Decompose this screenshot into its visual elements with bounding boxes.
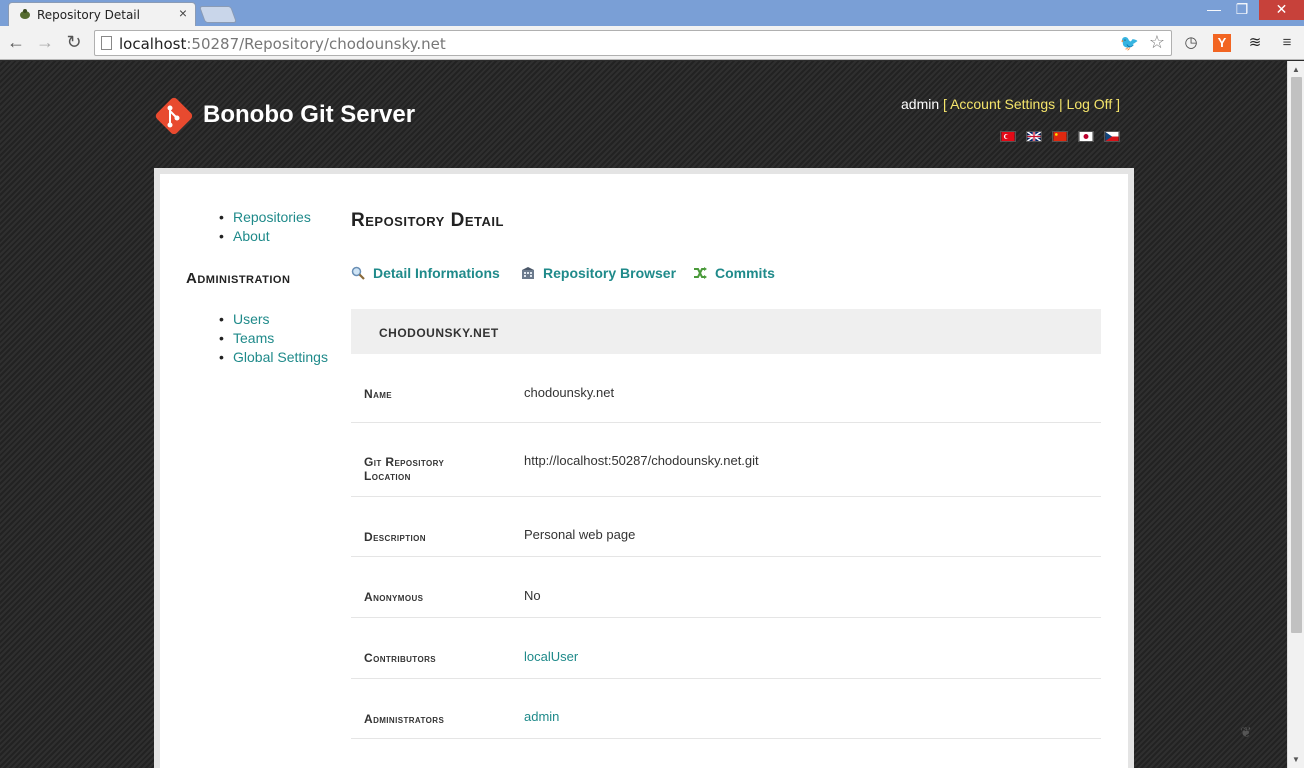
user-bar: admin [ Account Settings | Log Off ] xyxy=(901,96,1120,112)
sidebar-admin-heading: Administration xyxy=(186,270,291,287)
flag-china-icon[interactable] xyxy=(1052,131,1068,142)
clock-extension-icon[interactable]: ◷ xyxy=(1180,32,1202,54)
url-path: :50287/Repository/chodounsky.net xyxy=(186,35,446,53)
detail-label: Name xyxy=(364,387,393,401)
new-tab-button[interactable] xyxy=(198,6,238,23)
building-icon xyxy=(522,267,534,279)
sidebar-item-global-settings[interactable]: Global Settings xyxy=(219,348,328,367)
detail-label: Contributors xyxy=(364,651,436,665)
detail-label: Anonymous xyxy=(364,590,424,604)
tab-title: Repository Detail xyxy=(37,8,140,22)
username: admin xyxy=(901,96,940,112)
separator: | xyxy=(1059,96,1063,112)
magnifier-icon xyxy=(351,266,365,280)
layers-extension-icon[interactable]: ≋ xyxy=(1244,32,1266,54)
tab-commits[interactable]: Commits xyxy=(693,265,775,281)
tab-close-icon[interactable]: × xyxy=(179,5,187,21)
detail-row-administrators: Administrators admin xyxy=(351,679,1101,739)
detail-label: Description xyxy=(364,530,426,544)
detail-row-description: Description Personal web page xyxy=(351,497,1101,557)
sidebar-nav: Repositories About xyxy=(219,208,311,246)
bracket-open: [ xyxy=(943,96,947,112)
detail-value: Personal web page xyxy=(524,527,636,542)
tab-repository-browser[interactable]: Repository Browser xyxy=(521,265,676,281)
ycombinator-extension-icon[interactable]: Y xyxy=(1213,34,1231,52)
brand-title[interactable]: Bonobo Git Server xyxy=(203,101,415,129)
flag-czech-icon[interactable] xyxy=(1104,131,1120,142)
back-button[interactable]: ← xyxy=(4,31,28,55)
browser-toolbar: ← → ↻ localhost:50287/Repository/chodoun… xyxy=(0,26,1304,60)
vertical-scrollbar[interactable]: ▲ ▼ xyxy=(1287,61,1304,768)
detail-row-location: Git Repository Location http://localhost… xyxy=(351,423,1101,497)
repo-name-band: CHODOUNSKY.NET xyxy=(351,309,1101,354)
log-off-link[interactable]: Log Off xyxy=(1067,96,1113,112)
sidebar-item-about[interactable]: About xyxy=(219,227,311,246)
page-title: Repository Detail xyxy=(351,210,504,231)
reload-button[interactable]: ↻ xyxy=(62,31,86,55)
scroll-down-icon[interactable]: ▼ xyxy=(1292,755,1300,764)
address-bar[interactable]: localhost:50287/Repository/chodounsky.ne… xyxy=(94,30,1172,56)
url-host: localhost xyxy=(119,35,187,53)
browser-titlebar: Repository Detail × — ❐ ✕ xyxy=(0,0,1304,26)
shuffle-icon xyxy=(694,267,707,279)
minimize-button[interactable]: — xyxy=(1200,0,1228,20)
page-icon xyxy=(101,36,112,50)
bookmark-star-icon[interactable]: ☆ xyxy=(1149,32,1165,53)
account-settings-link[interactable]: Account Settings xyxy=(950,96,1055,112)
maximize-button[interactable]: ❐ xyxy=(1228,0,1256,20)
detail-value: http://localhost:50287/chodounsky.net.gi… xyxy=(524,453,759,468)
detail-label: Git Repository Location xyxy=(364,455,445,483)
repo-name: CHODOUNSKY.NET xyxy=(379,326,499,340)
feather-icon: ❦ xyxy=(1240,724,1252,740)
close-window-button[interactable]: ✕ xyxy=(1259,0,1304,20)
git-logo-icon[interactable] xyxy=(154,96,194,136)
browser-tab[interactable]: Repository Detail × xyxy=(8,2,196,26)
detail-row-anonymous: Anonymous No xyxy=(351,557,1101,618)
bracket-close: ] xyxy=(1116,96,1120,112)
flag-turkey-icon[interactable] xyxy=(1000,131,1016,142)
sidebar-item-teams[interactable]: Teams xyxy=(219,329,328,348)
tab-repository-browser-label: Repository Browser xyxy=(543,265,677,281)
flag-japan-icon[interactable] xyxy=(1078,131,1094,142)
tab-detail-informations-label: Detail Informations xyxy=(373,265,500,281)
administrator-link[interactable]: admin xyxy=(524,709,559,724)
sidebar-admin-nav: Users Teams Global Settings xyxy=(219,310,328,367)
url-text[interactable]: localhost:50287/Repository/chodounsky.ne… xyxy=(119,35,446,53)
tab-commits-label: Commits xyxy=(715,265,775,281)
forward-button[interactable]: → xyxy=(33,31,57,55)
sidebar-item-users[interactable]: Users xyxy=(219,310,328,329)
page-viewport: Bonobo Git Server admin [ Account Settin… xyxy=(0,61,1287,768)
browser-menu-icon[interactable]: ≡ xyxy=(1276,32,1298,54)
detail-row-contributors: Contributors localUser xyxy=(351,618,1101,679)
twitter-icon[interactable]: 🐦 xyxy=(1120,34,1139,52)
content-panel: Repositories About Administration Users … xyxy=(160,174,1128,768)
sidebar-item-repositories[interactable]: Repositories xyxy=(219,208,311,227)
scroll-up-icon[interactable]: ▲ xyxy=(1292,65,1300,74)
detail-row-name: Name chodounsky.net xyxy=(351,354,1101,423)
detail-label: Administrators xyxy=(364,712,445,726)
tab-detail-informations[interactable]: Detail Informations xyxy=(351,265,500,281)
flag-uk-icon[interactable] xyxy=(1026,131,1042,142)
contributor-link[interactable]: localUser xyxy=(524,649,578,664)
detail-value: chodounsky.net xyxy=(524,385,615,400)
detail-value: No xyxy=(524,588,541,603)
bonobo-favicon-icon xyxy=(20,9,30,19)
content-frame: Repositories About Administration Users … xyxy=(154,168,1134,768)
scroll-thumb[interactable] xyxy=(1291,77,1302,633)
